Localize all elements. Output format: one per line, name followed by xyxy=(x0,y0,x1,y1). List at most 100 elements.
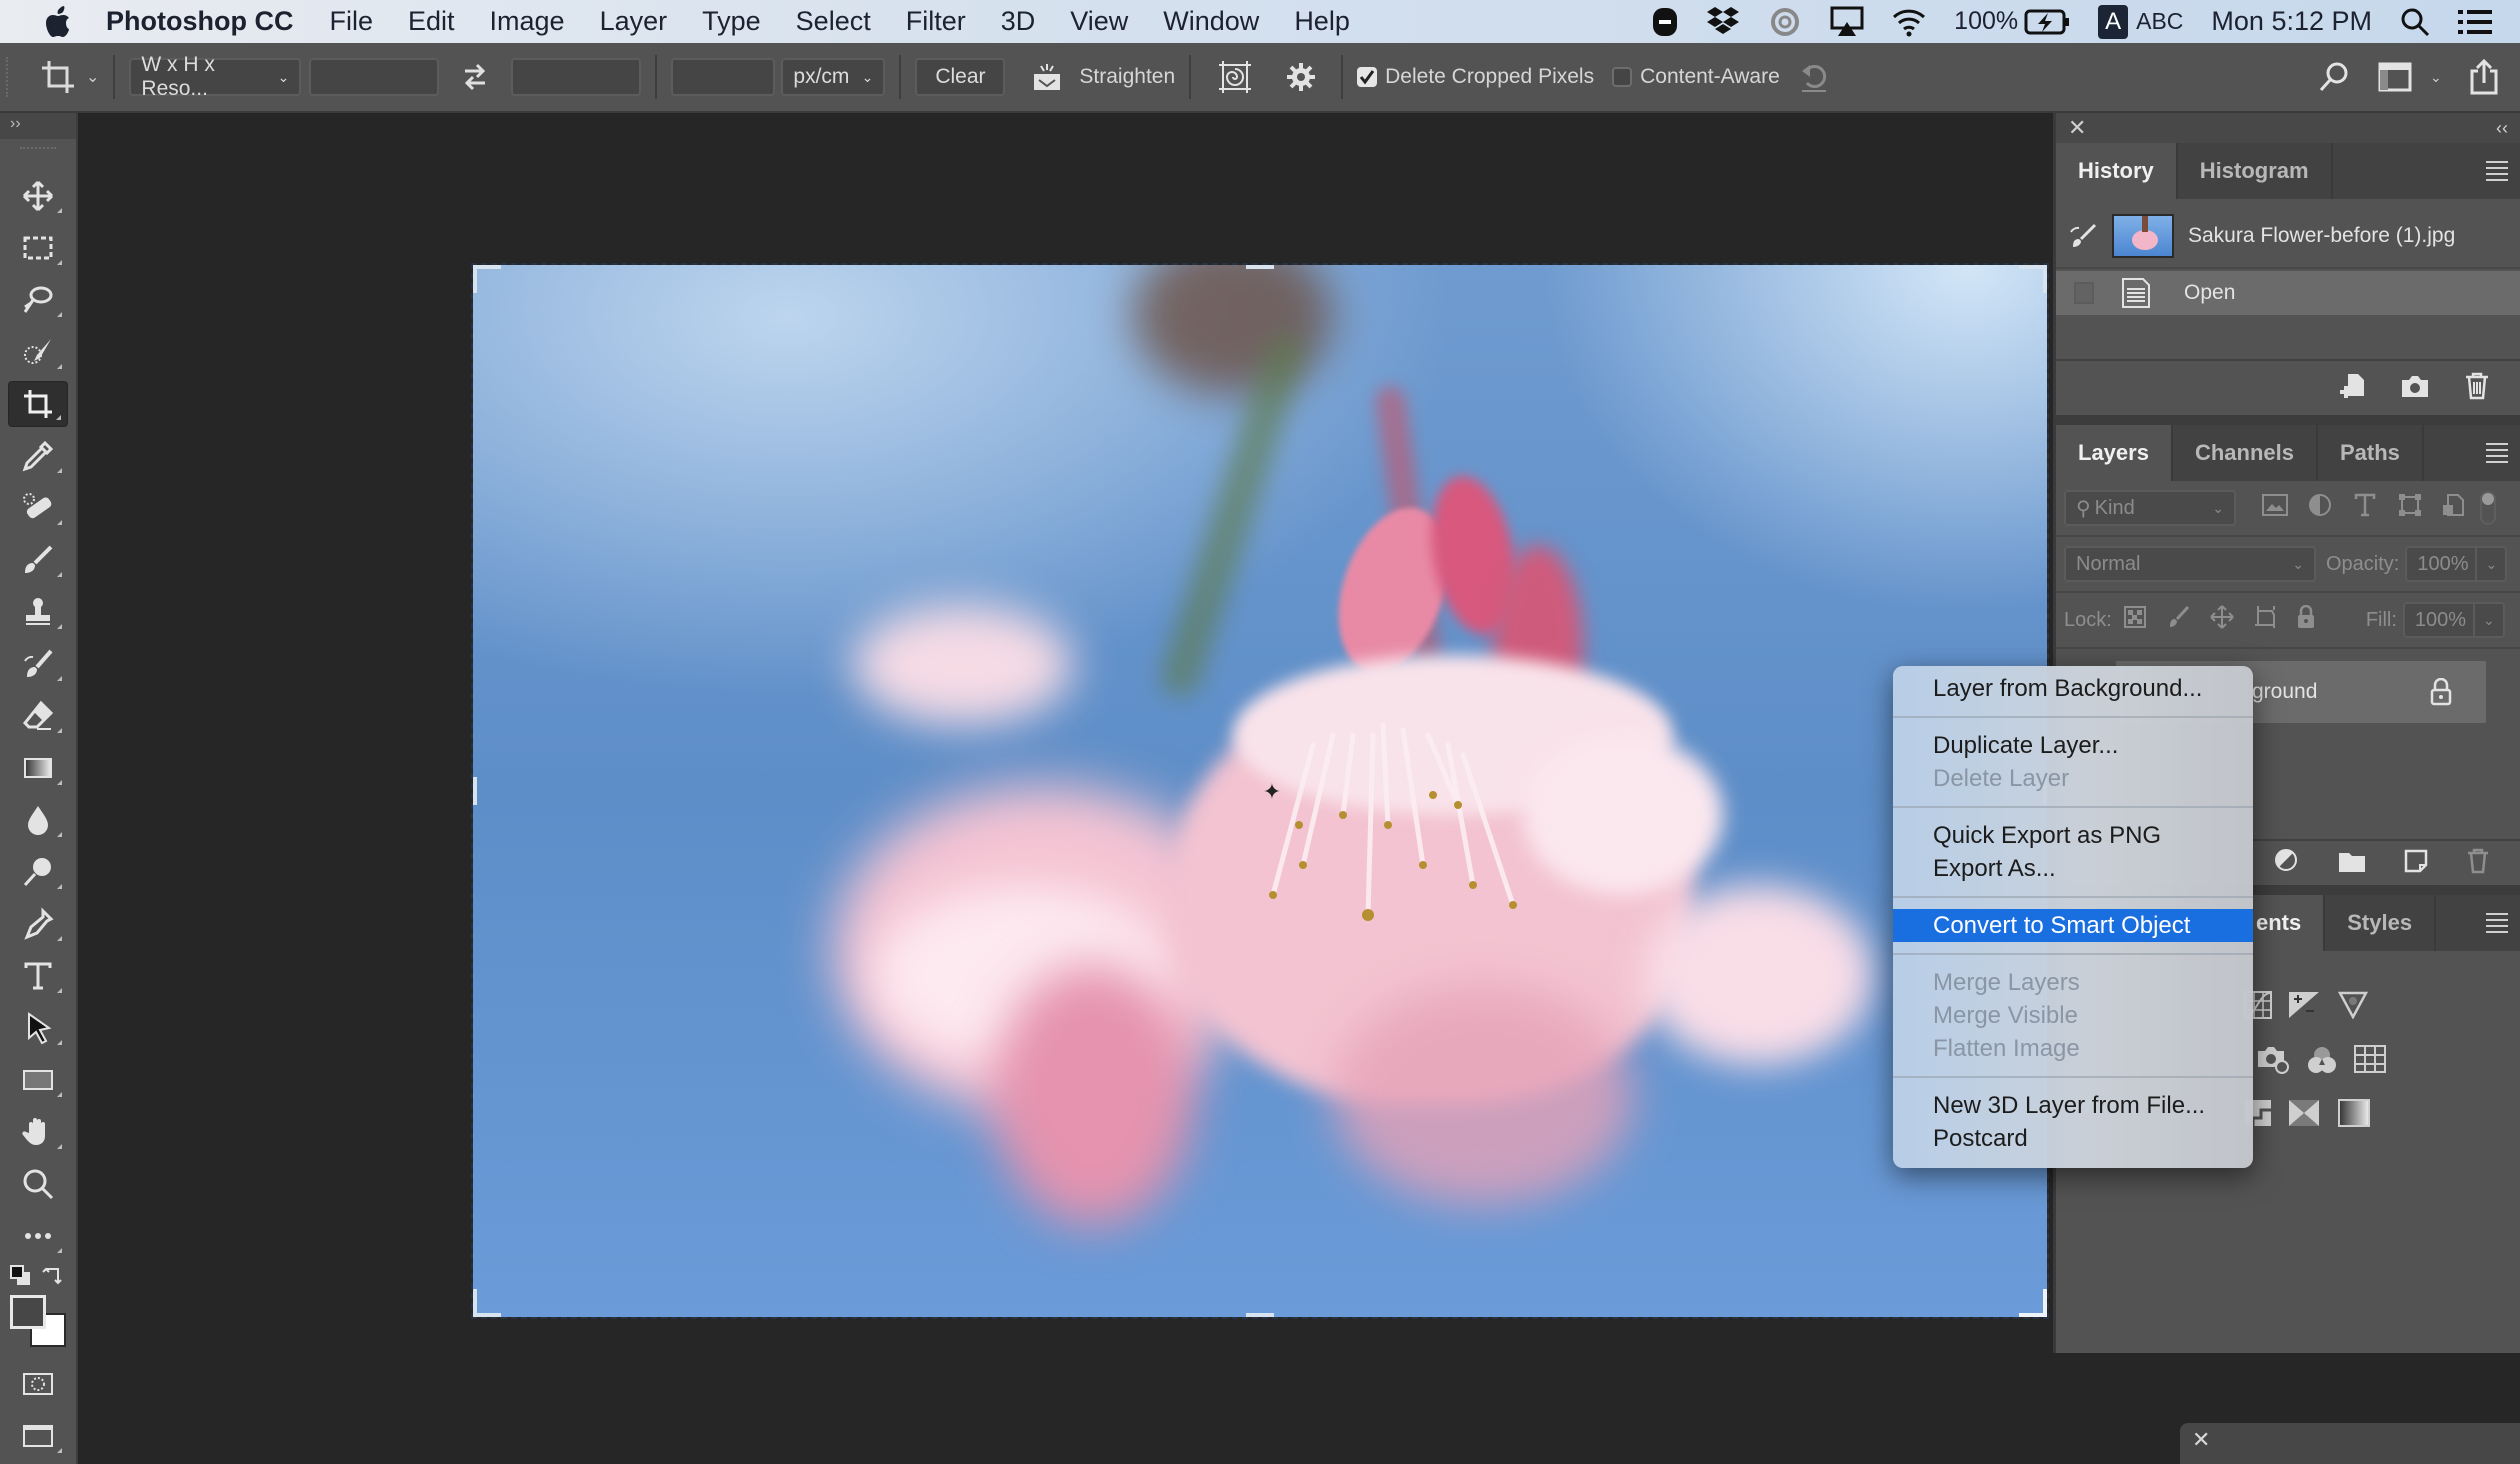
share-icon[interactable] xyxy=(2468,59,2500,95)
hand-tool[interactable] xyxy=(8,1109,68,1155)
spotlight-search-icon[interactable] xyxy=(2400,7,2430,37)
delete-state-trash-icon[interactable] xyxy=(2464,372,2490,405)
path-selection-tool[interactable] xyxy=(8,1005,68,1051)
layers-panel-menu-icon[interactable] xyxy=(2486,443,2508,463)
clock[interactable]: Mon 5:12 PM xyxy=(2211,6,2372,37)
crop-tool-preset-icon[interactable] xyxy=(40,59,76,95)
delete-layer-trash-icon[interactable] xyxy=(2466,848,2490,879)
crop-height-input[interactable] xyxy=(511,58,642,96)
menu-3d[interactable]: 3D xyxy=(1001,6,1036,37)
notification-icon[interactable] xyxy=(1652,7,1678,37)
new-layer-icon[interactable] xyxy=(2404,849,2428,878)
brush-tool[interactable] xyxy=(8,537,68,583)
lock-position-icon[interactable] xyxy=(2210,605,2234,635)
exposure-adjustment-icon[interactable] xyxy=(2288,991,2320,1024)
screen-mode-button[interactable] xyxy=(8,1413,68,1459)
history-snapshot[interactable]: Sakura Flower-before (1).jpg xyxy=(2056,211,2520,261)
menu-image[interactable]: Image xyxy=(490,6,565,37)
menu-item-export-as[interactable]: Export As... xyxy=(1893,852,2253,885)
history-state-open[interactable]: Open xyxy=(2056,271,2520,315)
rectangle-tool[interactable] xyxy=(8,1057,68,1103)
crop-handle-bottom-right[interactable] xyxy=(2019,1289,2047,1317)
tab-history[interactable]: History xyxy=(2056,143,2178,199)
pen-tool[interactable] xyxy=(8,901,68,947)
tool-preset-chevron-icon[interactable]: ⌄ xyxy=(86,67,99,87)
tab-channels[interactable]: Channels xyxy=(2173,425,2318,481)
resolution-unit-dropdown[interactable]: px/cm ⌄ xyxy=(781,58,886,96)
quick-mask-button[interactable] xyxy=(8,1361,68,1407)
adjustments-panel-menu-icon[interactable] xyxy=(2486,913,2508,933)
foreground-color-swatch[interactable] xyxy=(10,1295,46,1329)
blur-tool[interactable] xyxy=(8,797,68,843)
eraser-tool[interactable] xyxy=(8,693,68,739)
rectangular-marquee-tool[interactable] xyxy=(8,225,68,271)
layer-kind-filter-dropdown[interactable]: ⚲ Kind ⌄ xyxy=(2064,490,2236,526)
tab-styles[interactable]: Styles xyxy=(2325,895,2437,951)
blend-mode-dropdown[interactable]: Normal ⌄ xyxy=(2064,546,2316,582)
crop-width-input[interactable] xyxy=(309,58,440,96)
type-tool[interactable] xyxy=(8,953,68,999)
workspace-switcher-icon[interactable] xyxy=(2378,62,2412,92)
new-document-from-state-icon[interactable] xyxy=(2338,372,2366,405)
workspace-chevron-icon[interactable]: ⌄ xyxy=(2430,69,2442,86)
menu-item-quick-export-as-png[interactable]: Quick Export as PNG xyxy=(1893,819,2253,852)
menu-window[interactable]: Window xyxy=(1163,6,1259,37)
document-canvas[interactable]: ✦ xyxy=(471,263,2049,1319)
straighten-icon[interactable] xyxy=(1031,62,1063,92)
clone-stamp-tool[interactable] xyxy=(8,589,68,635)
gradient-map-adjustment-icon[interactable] xyxy=(2338,1099,2370,1132)
menu-item-duplicate-layer[interactable]: Duplicate Layer... xyxy=(1893,729,2253,762)
search-icon[interactable] xyxy=(2318,61,2350,93)
filter-type-layers-icon[interactable] xyxy=(2354,493,2376,523)
ratio-preset-dropdown[interactable]: W x H x Reso... ⌄ xyxy=(129,53,302,100)
notification-center-icon[interactable] xyxy=(2458,9,2492,35)
straighten-button[interactable]: Straighten xyxy=(1079,65,1175,89)
filter-smart-objects-icon[interactable] xyxy=(2442,493,2464,523)
channel-mixer-adjustment-icon[interactable] xyxy=(2306,1045,2338,1080)
menu-help[interactable]: Help xyxy=(1294,6,1350,37)
menu-edit[interactable]: Edit xyxy=(408,6,455,37)
swap-dimensions-icon[interactable] xyxy=(461,62,489,92)
crop-settings-gear-icon[interactable] xyxy=(1285,61,1317,93)
camera-snapshot-icon[interactable] xyxy=(2400,373,2430,404)
crop-handle-bottom-left[interactable] xyxy=(473,1289,501,1317)
fill-input[interactable]: 100% ⌄ xyxy=(2402,602,2505,638)
options-bar-grip[interactable] xyxy=(6,57,12,97)
history-brush-source-icon[interactable] xyxy=(2056,222,2112,250)
filter-adjustment-layers-icon[interactable] xyxy=(2308,493,2332,523)
tab-layers[interactable]: Layers xyxy=(2056,425,2173,481)
layer-name[interactable]: ground xyxy=(2252,680,2317,704)
opacity-input[interactable]: 100% ⌄ xyxy=(2405,546,2508,582)
crop-tool[interactable] xyxy=(8,381,68,427)
crop-handle-top[interactable] xyxy=(1246,265,1274,271)
menu-type[interactable]: Type xyxy=(702,6,761,37)
menu-view[interactable]: View xyxy=(1070,6,1128,37)
delete-cropped-pixels-label[interactable]: Delete Cropped Pixels xyxy=(1385,65,1594,89)
creative-cloud-icon[interactable] xyxy=(1768,7,1802,37)
app-menu[interactable]: Photoshop CC xyxy=(106,6,293,37)
filter-pixel-layers-icon[interactable] xyxy=(2262,494,2288,522)
gradient-tool[interactable] xyxy=(8,745,68,791)
reset-crop-icon[interactable] xyxy=(1798,61,1830,93)
content-aware-checkbox[interactable] xyxy=(1612,67,1633,87)
filter-toggle-switch[interactable] xyxy=(2480,491,2496,525)
crop-handle-bottom[interactable] xyxy=(1246,1311,1274,1317)
input-source-label[interactable]: ABC xyxy=(2136,8,2183,35)
resolution-input[interactable] xyxy=(671,58,776,96)
filter-shape-layers-icon[interactable] xyxy=(2398,493,2422,523)
menu-item-postcard[interactable]: Postcard xyxy=(1893,1122,2253,1155)
lock-image-pixels-icon[interactable] xyxy=(2168,605,2190,635)
opacity-chevron-icon[interactable]: ⌄ xyxy=(2475,548,2505,580)
new-adjustment-layer-icon[interactable] xyxy=(2274,848,2300,879)
menu-item-new-3d-layer-from-file[interactable]: New 3D Layer from File... xyxy=(1893,1089,2253,1122)
zoom-tool[interactable] xyxy=(8,1161,68,1207)
vibrance-adjustment-icon[interactable] xyxy=(2337,991,2369,1024)
lock-all-icon[interactable] xyxy=(2296,604,2316,635)
history-brush-tool[interactable] xyxy=(8,641,68,687)
eyedropper-tool[interactable] xyxy=(8,433,68,479)
threshold-adjustment-icon[interactable] xyxy=(2288,1099,2320,1132)
history-panel-menu-icon[interactable] xyxy=(2486,161,2508,181)
dropbox-icon[interactable] xyxy=(1706,6,1740,38)
crop-handle-top-left[interactable] xyxy=(473,265,501,293)
content-aware-label[interactable]: Content-Aware xyxy=(1640,65,1780,89)
